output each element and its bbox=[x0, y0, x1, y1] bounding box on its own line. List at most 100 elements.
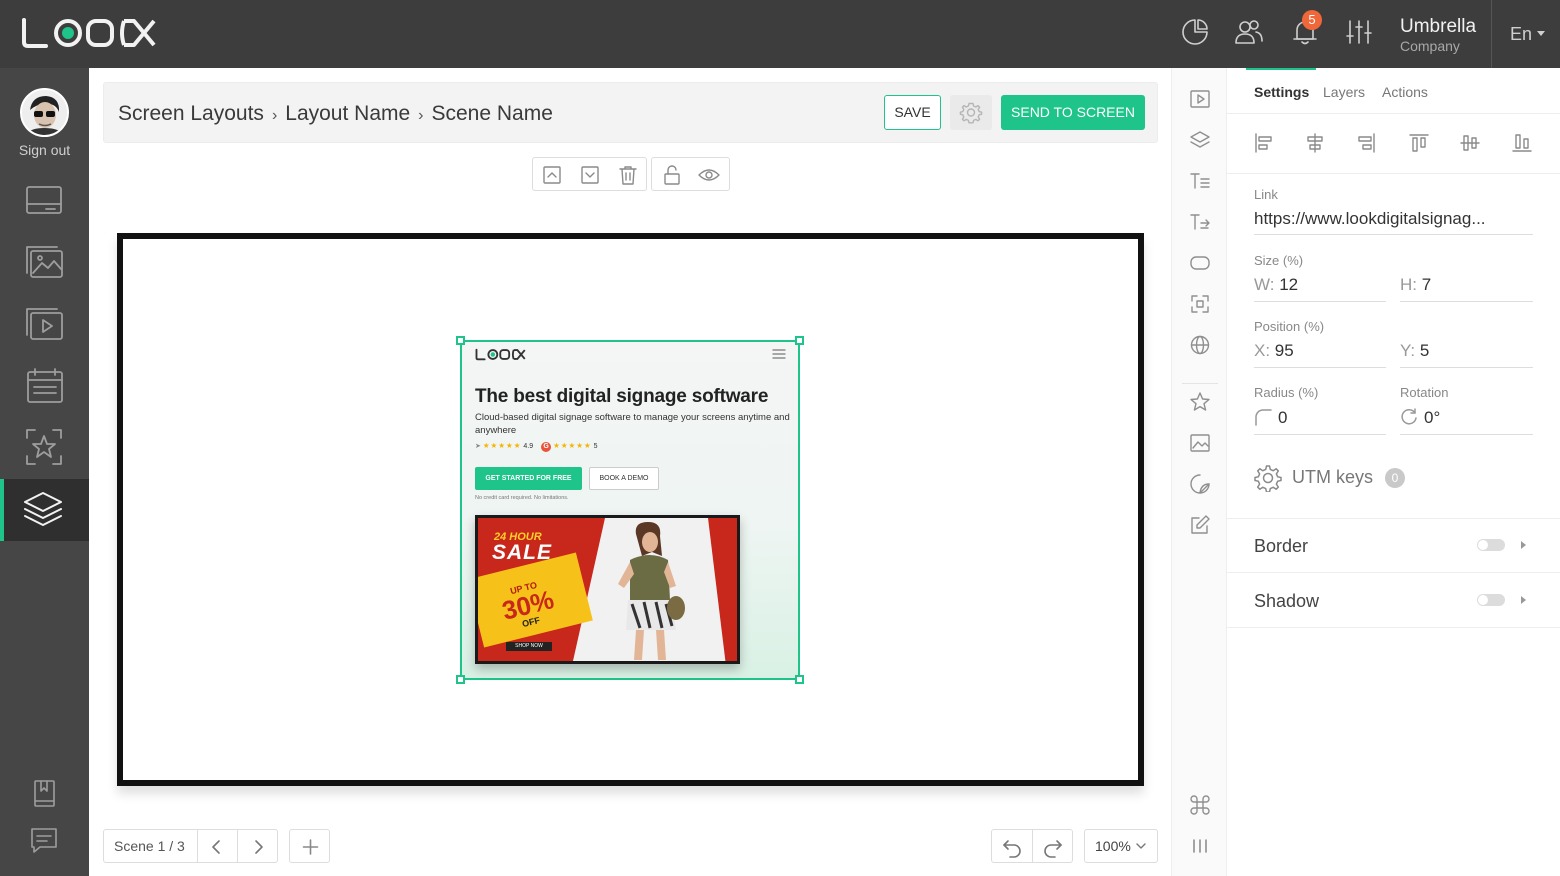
scene-counter: Scene 1 / 3 bbox=[114, 838, 185, 854]
zoom-value: 100% bbox=[1095, 838, 1131, 854]
look-logo[interactable] bbox=[20, 16, 160, 50]
align-bottom-icon[interactable] bbox=[1511, 132, 1533, 154]
next-scene-button[interactable] bbox=[248, 837, 268, 857]
align-center-vertical-icon[interactable] bbox=[1459, 132, 1481, 154]
align-center-horizontal-icon[interactable] bbox=[1304, 132, 1326, 154]
widgets-star-icon[interactable] bbox=[24, 427, 66, 467]
redo-button[interactable] bbox=[1042, 836, 1064, 858]
utm-gear-icon[interactable] bbox=[1254, 464, 1282, 492]
trash-icon[interactable] bbox=[617, 164, 639, 186]
chevron-left-icon bbox=[212, 840, 220, 854]
width-input[interactable]: W: 12 bbox=[1254, 275, 1298, 295]
chevron-right-icon[interactable] bbox=[1521, 596, 1526, 604]
utm-keys-label[interactable]: UTM keys bbox=[1292, 467, 1373, 488]
y-value: 5 bbox=[1419, 341, 1430, 360]
add-scene-button[interactable] bbox=[289, 829, 330, 863]
link-input[interactable]: https://www.lookdigitalsignag... bbox=[1254, 209, 1534, 229]
unlock-icon[interactable] bbox=[661, 164, 683, 186]
shadow-section-title[interactable]: Shadow bbox=[1254, 591, 1319, 612]
undo-icon bbox=[1003, 840, 1021, 858]
y-position-input[interactable]: Y: 5 bbox=[1400, 341, 1429, 361]
position-label: Position (%) bbox=[1254, 319, 1325, 334]
layout-settings-button[interactable] bbox=[950, 95, 992, 130]
send-to-screen-button[interactable]: SEND TO SCREEN bbox=[1001, 95, 1145, 130]
breadcrumb-scene-name[interactable]: Scene Name bbox=[432, 102, 553, 125]
model-figure bbox=[606, 522, 696, 661]
breadcrumb-screen-layouts[interactable]: Screen Layouts bbox=[118, 102, 264, 125]
settings-sliders-icon[interactable] bbox=[1344, 17, 1376, 49]
resize-handle-top-right[interactable] bbox=[795, 336, 804, 345]
border-section-title[interactable]: Border bbox=[1254, 536, 1308, 557]
align-top-icon[interactable] bbox=[1408, 132, 1430, 154]
field-underline bbox=[1400, 367, 1533, 368]
breadcrumb-layout-name[interactable]: Layout Name bbox=[285, 102, 410, 125]
breadcrumb-separator: › bbox=[418, 107, 424, 124]
layers-element-icon[interactable] bbox=[1189, 129, 1211, 151]
capterra-icon: ➤ bbox=[475, 443, 481, 450]
panel-toggle-icon[interactable] bbox=[1189, 835, 1211, 857]
resize-handle-bottom-left[interactable] bbox=[456, 675, 465, 684]
chevron-down-icon[interactable] bbox=[1537, 31, 1545, 36]
edit-note-icon[interactable] bbox=[1189, 514, 1211, 536]
sign-out-link[interactable]: Sign out bbox=[0, 142, 89, 158]
align-left-icon[interactable] bbox=[1253, 132, 1275, 154]
schedule-calendar-icon[interactable] bbox=[24, 366, 66, 406]
chat-support-icon[interactable] bbox=[24, 821, 66, 861]
shape-element-icon[interactable] bbox=[1189, 252, 1211, 274]
bring-forward-icon[interactable] bbox=[541, 164, 563, 186]
sidebar-item-layouts[interactable] bbox=[0, 479, 89, 541]
shadow-toggle[interactable] bbox=[1477, 594, 1505, 606]
analytics-icon[interactable] bbox=[1180, 17, 1212, 49]
avatar[interactable] bbox=[20, 88, 69, 137]
resize-handle-bottom-right[interactable] bbox=[795, 675, 804, 684]
radius-input[interactable]: 0 bbox=[1278, 408, 1287, 428]
previous-scene-button[interactable] bbox=[207, 837, 227, 857]
top-bar: 5 Umbrella Company En bbox=[0, 0, 1560, 68]
sticker-icon[interactable] bbox=[1189, 473, 1211, 495]
height-value: 7 bbox=[1421, 275, 1432, 294]
playlists-icon[interactable] bbox=[24, 305, 66, 345]
website-widget[interactable]: The best digital signage software Cloud-… bbox=[456, 336, 804, 684]
x-position-input[interactable]: X: 95 bbox=[1254, 341, 1294, 361]
tab-settings[interactable]: Settings bbox=[1254, 84, 1309, 100]
properties-panel: Settings Layers Actions Link https://www… bbox=[1227, 68, 1560, 876]
rating-value-2: 5 bbox=[593, 443, 598, 450]
knowledge-base-book-icon[interactable] bbox=[24, 773, 66, 813]
align-right-icon[interactable] bbox=[1355, 132, 1377, 154]
rotation-input[interactable]: 0° bbox=[1424, 408, 1440, 428]
shortcuts-command-icon[interactable] bbox=[1189, 794, 1211, 816]
tab-layers[interactable]: Layers bbox=[1323, 84, 1365, 100]
save-button[interactable]: SAVE bbox=[884, 95, 941, 130]
redo-icon bbox=[1044, 840, 1062, 858]
undo-button[interactable] bbox=[1001, 836, 1023, 858]
screens-icon[interactable] bbox=[24, 182, 66, 222]
image-element-icon[interactable] bbox=[1189, 432, 1211, 454]
media-gallery-icon[interactable] bbox=[24, 243, 66, 283]
resize-handle-top-left[interactable] bbox=[456, 336, 465, 345]
element-toolbar bbox=[532, 157, 647, 191]
border-toggle[interactable] bbox=[1477, 539, 1505, 551]
company-name[interactable]: Umbrella bbox=[1400, 16, 1476, 38]
tab-actions[interactable]: Actions bbox=[1382, 84, 1428, 100]
scene-canvas[interactable]: The best digital signage software Cloud-… bbox=[117, 233, 1144, 786]
visibility-eye-icon[interactable] bbox=[698, 164, 720, 186]
element-toolbar-2 bbox=[651, 157, 730, 191]
send-backward-icon[interactable] bbox=[579, 164, 601, 186]
star-widget-icon[interactable] bbox=[1189, 391, 1211, 413]
web-page-globe-icon[interactable] bbox=[1189, 334, 1211, 356]
users-icon[interactable] bbox=[1234, 17, 1266, 49]
history-controls bbox=[991, 829, 1073, 863]
rating-stars: ★★★★★ bbox=[482, 441, 522, 450]
zoom-select[interactable]: 100% bbox=[1084, 829, 1158, 863]
widget-get-started-button: GET STARTED FOR FREE bbox=[475, 467, 582, 490]
ticker-text-icon[interactable] bbox=[1189, 211, 1211, 233]
tv-sale-image: 24 HOUR SALE UP TO 30% OFF SHOP NOW bbox=[475, 515, 740, 664]
width-value: 12 bbox=[1279, 275, 1299, 294]
height-input[interactable]: H: 7 bbox=[1400, 275, 1431, 295]
qr-code-icon[interactable] bbox=[1189, 293, 1211, 315]
language-selector[interactable]: En bbox=[1510, 24, 1532, 45]
video-element-icon[interactable] bbox=[1189, 88, 1211, 110]
active-tab-indicator bbox=[1246, 68, 1316, 70]
text-element-icon[interactable] bbox=[1189, 170, 1211, 192]
chevron-right-icon[interactable] bbox=[1521, 541, 1526, 549]
